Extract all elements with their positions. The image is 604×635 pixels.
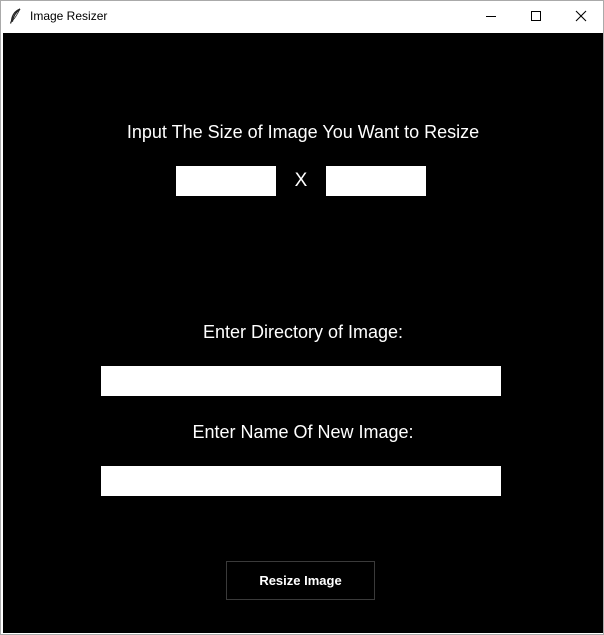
- window-title: Image Resizer: [30, 9, 108, 23]
- maximize-button[interactable]: [513, 1, 559, 31]
- feather-icon: [9, 8, 23, 24]
- height-input[interactable]: [326, 166, 426, 196]
- size-label: Input The Size of Image You Want to Resi…: [126, 122, 480, 142]
- directory-input[interactable]: [101, 366, 501, 396]
- maximize-icon: [530, 10, 542, 22]
- main-panel: Input The Size of Image You Want to Resi…: [3, 33, 603, 633]
- close-button[interactable]: [558, 1, 603, 31]
- app-window: Image Resizer Input The Size of Image Yo…: [0, 0, 604, 635]
- close-icon: [575, 10, 587, 22]
- directory-label: Enter Directory of Image:: [202, 322, 404, 342]
- minimize-button[interactable]: [468, 1, 514, 31]
- minimize-icon: [485, 10, 497, 22]
- title-bar[interactable]: Image Resizer: [1, 1, 603, 31]
- new-name-input[interactable]: [101, 466, 501, 496]
- width-input[interactable]: [176, 166, 276, 196]
- new-name-label: Enter Name Of New Image:: [192, 422, 414, 442]
- resize-image-button[interactable]: Resize Image: [226, 561, 375, 600]
- times-symbol: X: [294, 170, 308, 191]
